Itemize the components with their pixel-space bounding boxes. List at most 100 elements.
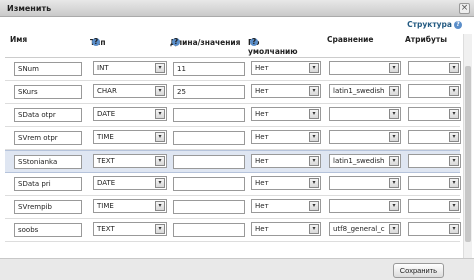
column-default-value: Нет	[255, 64, 269, 72]
column-attributes-select[interactable]: ▾	[408, 222, 461, 236]
column-type-select[interactable]: INT ▾	[93, 61, 167, 75]
column-attributes-select[interactable]: ▾	[408, 130, 461, 144]
column-collation-select[interactable]: ▾	[329, 130, 401, 144]
column-attributes-select[interactable]: ▾	[408, 199, 461, 213]
column-collation-value: utf8_general_c	[333, 225, 385, 233]
chevron-down-icon: ▾	[309, 201, 319, 211]
close-icon[interactable]: ×	[459, 3, 470, 14]
column-default-select[interactable]: Нет ▾	[251, 199, 321, 213]
chevron-down-icon: ▾	[155, 109, 165, 119]
chevron-down-icon: ▾	[449, 86, 459, 96]
column-type-select[interactable]: TIME ▾	[93, 199, 167, 213]
chevron-down-icon: ▾	[449, 63, 459, 73]
column-type-select[interactable]: TEXT ▾	[93, 154, 167, 168]
chevron-down-icon: ▾	[389, 224, 399, 234]
column-length-input[interactable]	[173, 200, 245, 214]
column-length-input[interactable]	[173, 223, 245, 237]
column-attributes-select[interactable]: ▾	[408, 61, 461, 75]
columns-table: Имя Тип? Длина/значения? По умолчанию? С…	[5, 32, 461, 242]
column-type-select[interactable]: TEXT ▾	[93, 222, 167, 236]
column-type-value: TIME	[97, 202, 114, 210]
dialog-title: Изменить	[7, 4, 52, 13]
column-default-select[interactable]: Нет ▾	[251, 130, 321, 144]
header-length: Длина/значения?	[170, 35, 245, 48]
column-collation-select[interactable]: utf8_general_c ▾	[329, 222, 401, 236]
column-default-select[interactable]: Нет ▾	[251, 107, 321, 121]
help-icon[interactable]: ?	[454, 21, 462, 29]
column-length-input[interactable]: 25	[173, 85, 245, 99]
column-name-input[interactable]: soobs	[14, 223, 82, 237]
column-type-value: TEXT	[97, 157, 115, 165]
column-collation-select[interactable]: latin1_swedish ▾	[329, 84, 401, 98]
chevron-down-icon: ▾	[309, 178, 319, 188]
table-row: SStonianka TEXT ▾ Нет ▾ latin1_swedish ▾ ▾	[5, 150, 461, 173]
chevron-down-icon: ▾	[449, 132, 459, 142]
table-row: SData otpr DATE ▾ Нет ▾ ▾ ▾	[5, 104, 461, 127]
table-header: Имя Тип? Длина/значения? По умолчанию? С…	[5, 32, 460, 58]
column-default-select[interactable]: Нет ▾	[251, 176, 321, 190]
column-default-select[interactable]: Нет ▾	[251, 222, 321, 236]
column-default-value: Нет	[255, 157, 269, 165]
table-row: soobs TEXT ▾ Нет ▾ utf8_general_c ▾ ▾	[5, 219, 461, 242]
chevron-down-icon: ▾	[155, 132, 165, 142]
chevron-down-icon: ▾	[449, 156, 459, 166]
column-type-select[interactable]: DATE ▾	[93, 107, 167, 121]
column-collation-select[interactable]: latin1_swedish ▾	[329, 154, 401, 168]
column-default-value: Нет	[255, 225, 269, 233]
save-button[interactable]: Сохранить	[392, 263, 444, 278]
header-name: Имя	[10, 35, 28, 44]
column-name-input[interactable]: SData otpr	[14, 108, 82, 122]
column-attributes-select[interactable]: ▾	[408, 154, 461, 168]
column-name-input[interactable]: SNum	[14, 62, 82, 76]
structure-link[interactable]: Структура?	[407, 20, 462, 29]
column-length-input[interactable]	[173, 177, 245, 191]
help-icon[interactable]: ?	[92, 38, 100, 46]
dialog-titlebar: Изменить ×	[0, 0, 474, 17]
column-attributes-select[interactable]: ▾	[408, 84, 461, 98]
column-default-select[interactable]: Нет ▾	[251, 84, 321, 98]
vertical-scrollbar[interactable]	[463, 34, 472, 275]
column-default-value: Нет	[255, 179, 269, 187]
column-name-input[interactable]: SVrempib	[14, 200, 82, 214]
column-attributes-select[interactable]: ▾	[408, 107, 461, 121]
chevron-down-icon: ▾	[449, 109, 459, 119]
table-body: SNum INT ▾ 11 Нет ▾ ▾ ▾ SKurs CHAR ▾ 25 Нет ▾ latin1_s…	[5, 58, 461, 242]
dialog-footer: Сохранить	[0, 258, 474, 280]
column-default-select[interactable]: Нет ▾	[251, 154, 321, 168]
column-name-input[interactable]: SKurs	[14, 85, 82, 99]
column-type-select[interactable]: CHAR ▾	[93, 84, 167, 98]
chevron-down-icon: ▾	[389, 132, 399, 142]
column-collation-select[interactable]: ▾	[329, 107, 401, 121]
help-icon[interactable]: ?	[172, 38, 180, 46]
table-row: SNum INT ▾ 11 Нет ▾ ▾ ▾	[5, 58, 461, 81]
column-length-input[interactable]: 11	[173, 62, 245, 76]
column-name-input[interactable]: SVrem otpr	[14, 131, 82, 145]
column-type-value: DATE	[97, 179, 116, 187]
column-type-select[interactable]: DATE ▾	[93, 176, 167, 190]
dialog-content: Структура? Имя Тип? Длина/значения? По у…	[0, 17, 474, 275]
help-icon[interactable]: ?	[250, 38, 258, 46]
column-name-input[interactable]: SData pri	[14, 177, 82, 191]
chevron-down-icon: ▾	[309, 132, 319, 142]
column-collation-value: latin1_swedish	[333, 87, 385, 95]
chevron-down-icon: ▾	[155, 201, 165, 211]
column-name-input[interactable]: SStonianka	[14, 155, 82, 169]
column-collation-select[interactable]: ▾	[329, 61, 401, 75]
table-row: SData pri DATE ▾ Нет ▾ ▾ ▾	[5, 173, 461, 196]
column-collation-select[interactable]: ▾	[329, 199, 401, 213]
column-default-select[interactable]: Нет ▾	[251, 61, 321, 75]
column-length-input[interactable]	[173, 155, 245, 169]
chevron-down-icon: ▾	[155, 63, 165, 73]
header-collation: Сравнение	[327, 35, 374, 44]
column-type-value: INT	[97, 64, 109, 72]
column-length-input[interactable]	[173, 131, 245, 145]
chevron-down-icon: ▾	[155, 224, 165, 234]
table-row: SVrem otpr TIME ▾ Нет ▾ ▾ ▾	[5, 127, 461, 150]
chevron-down-icon: ▾	[309, 156, 319, 166]
column-length-input[interactable]	[173, 108, 245, 122]
column-type-select[interactable]: TIME ▾	[93, 130, 167, 144]
column-collation-select[interactable]: ▾	[329, 176, 401, 190]
chevron-down-icon: ▾	[309, 109, 319, 119]
scrollbar-thumb[interactable]	[465, 66, 471, 242]
column-attributes-select[interactable]: ▾	[408, 176, 461, 190]
